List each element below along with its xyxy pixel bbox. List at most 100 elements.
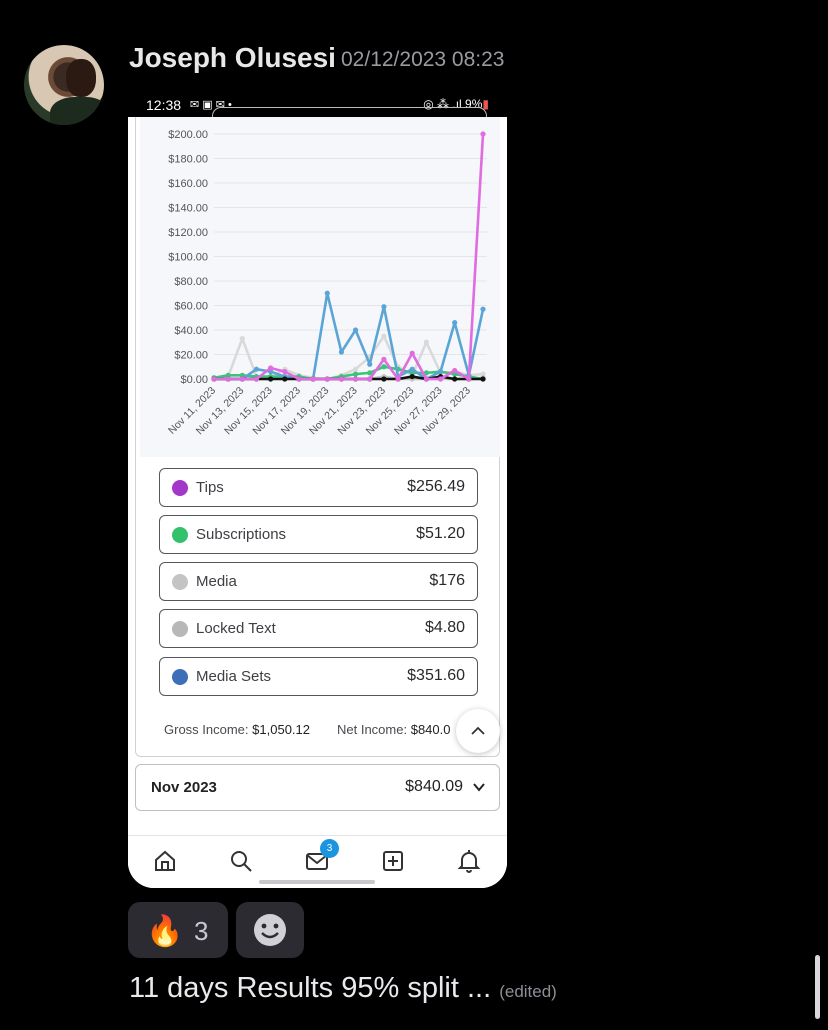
data-point	[437, 376, 444, 382]
search-icon[interactable]	[228, 848, 254, 874]
legend-value: $51.20	[416, 525, 465, 542]
legend-label: Media	[196, 573, 237, 590]
gross-income-value: $1,050.12	[252, 722, 310, 737]
legend-value: $4.80	[424, 619, 465, 636]
data-point	[381, 304, 387, 310]
edited-label: (edited)	[499, 982, 557, 1001]
legend-row-tips[interactable]: Tips $256.49	[159, 468, 478, 507]
chat-scrollbar[interactable]	[815, 955, 820, 1019]
data-point	[367, 376, 373, 382]
data-point	[282, 376, 288, 382]
gross-income: Gross Income: $1,050.12	[164, 722, 310, 737]
data-point	[239, 376, 245, 382]
data-point	[395, 376, 401, 382]
home-icon[interactable]	[152, 848, 178, 874]
data-point	[338, 349, 345, 355]
data-point	[239, 335, 245, 342]
legend-value: $351.60	[407, 667, 465, 684]
data-point	[225, 376, 231, 382]
subscriptions-color-dot	[172, 527, 188, 543]
net-income-label: Net Income:	[337, 722, 408, 737]
legend-label: Tips	[196, 479, 224, 496]
y-tick-label: $60.00	[174, 301, 208, 313]
fire-emoji: 🔥	[146, 915, 184, 948]
y-tick-label: $120.00	[168, 227, 208, 239]
data-point	[409, 366, 415, 372]
month-total: $840.09	[405, 778, 463, 795]
home-indicator	[259, 880, 375, 884]
y-tick-label: $0.00	[180, 374, 208, 386]
legend-label: Subscriptions	[196, 526, 287, 543]
message-timestamp: 02/12/2023 08:23	[341, 48, 505, 71]
notifications-icon[interactable]	[456, 848, 482, 874]
data-point	[381, 364, 387, 370]
messages-badge: 3	[320, 839, 339, 858]
gross-income-label: Gross Income:	[164, 722, 249, 737]
legend-row-media[interactable]: Media $176	[159, 562, 478, 601]
earnings-chart: $200.00 $180.00 $160.00 $140.00 $120.00 $100.…	[140, 117, 500, 457]
author-avatar[interactable]	[24, 45, 104, 125]
series-line	[214, 291, 485, 381]
avatar-face	[66, 59, 96, 97]
data-point	[296, 376, 302, 382]
author-name[interactable]: Joseph Olusesi	[129, 42, 336, 74]
data-point	[253, 366, 260, 372]
legend-label: Media Sets	[196, 668, 272, 685]
data-point	[352, 366, 359, 372]
scroll-to-top-button[interactable]	[456, 709, 500, 753]
data-point	[211, 376, 217, 382]
data-point	[480, 131, 486, 137]
data-point	[381, 333, 387, 339]
legend-row-subscriptions[interactable]: Subscriptions $51.20	[159, 515, 478, 554]
data-point	[381, 356, 387, 362]
data-point	[324, 290, 330, 296]
reaction-count: 3	[194, 916, 209, 946]
add-post-icon[interactable]	[380, 848, 406, 874]
earnings-page: $200.00 $180.00 $160.00 $140.00 $120.00 $100.…	[128, 107, 507, 888]
data-point	[466, 376, 472, 382]
chevron-up-icon	[471, 726, 485, 735]
reaction-fire[interactable]: 🔥 3	[128, 902, 228, 958]
earnings-line-chart: $200.00 $180.00 $160.00 $140.00 $120.00 $100.…	[166, 129, 487, 437]
data-point	[352, 371, 359, 377]
add-reaction-button[interactable]	[236, 902, 304, 958]
legend-value: $256.49	[407, 478, 465, 495]
add-reaction-icon	[254, 914, 286, 946]
month-summary-row[interactable]: Nov 2023 $840.09	[135, 764, 500, 811]
y-tick-label: $200.00	[168, 129, 208, 141]
data-point	[367, 361, 373, 367]
y-tick-label: $20.00	[174, 350, 208, 362]
locked-text-color-dot	[172, 621, 188, 637]
data-point	[381, 376, 387, 382]
data-point	[423, 376, 429, 382]
data-point	[480, 376, 486, 382]
data-point	[310, 376, 316, 382]
y-tick-label: $100.00	[168, 252, 208, 264]
y-tick-label: $160.00	[168, 178, 208, 190]
y-tick-label: $80.00	[174, 276, 208, 288]
net-income-value: $840.0	[410, 722, 451, 737]
attached-screenshot[interactable]: 12:38 ✉ ▣ ✉ • ◎ ⁂ .ıl 9%▮ $200.00 $180.00…	[128, 93, 507, 888]
data-point	[409, 350, 415, 356]
net-income: Net Income: $840.0	[337, 722, 450, 737]
message-content: 11 days Results 95% split ...	[129, 972, 492, 1004]
message-text: 11 days Results 95% split ... (edited)	[129, 972, 557, 1005]
data-point	[352, 327, 359, 333]
data-point	[437, 369, 444, 375]
legend-value: $176	[429, 572, 465, 589]
data-point	[452, 367, 458, 374]
data-point	[480, 306, 486, 312]
data-point	[324, 376, 330, 382]
earnings-card: $200.00 $180.00 $160.00 $140.00 $120.00 $100.…	[135, 107, 500, 757]
media-sets-color-dot	[172, 669, 188, 685]
data-point	[282, 369, 288, 375]
data-point	[452, 320, 458, 326]
data-point	[253, 376, 260, 382]
legend-row-media-sets[interactable]: Media Sets $351.60	[159, 657, 478, 696]
data-point	[352, 376, 359, 382]
legend-row-locked-text[interactable]: Locked Text $4.80	[159, 609, 478, 648]
y-tick-label: $40.00	[174, 325, 208, 337]
y-tick-label: $140.00	[168, 203, 208, 215]
y-tick-label: $180.00	[168, 154, 208, 166]
avatar-shirt	[50, 97, 104, 125]
